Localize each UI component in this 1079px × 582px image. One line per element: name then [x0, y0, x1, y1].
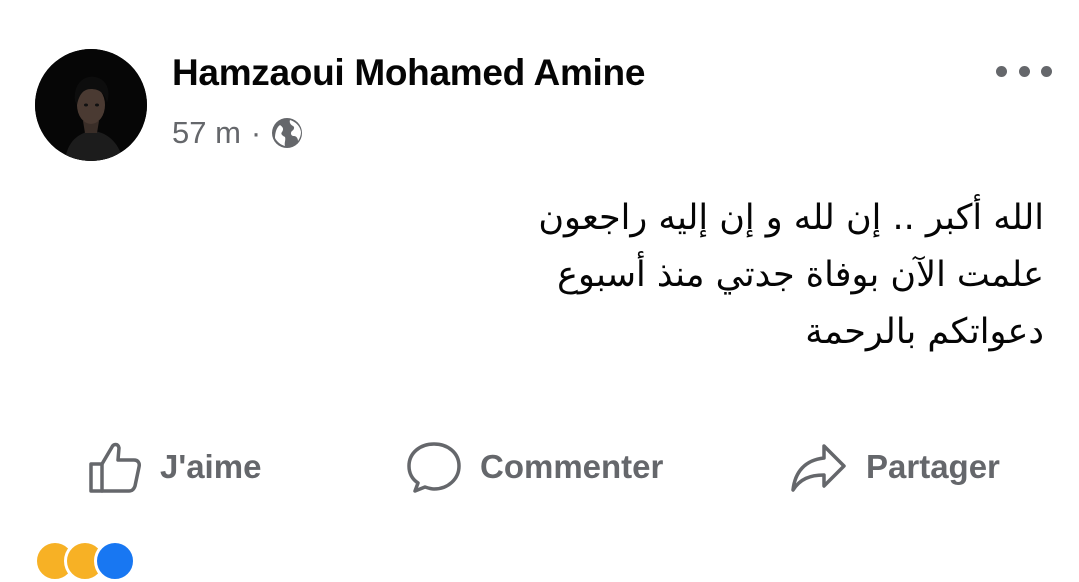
avatar-photo — [35, 49, 147, 161]
post-time[interactable]: 57 m — [172, 115, 241, 151]
share-label: Partager — [866, 448, 1000, 485]
share-arrow-icon — [791, 444, 846, 492]
share-button[interactable]: Partager — [790, 437, 1000, 497]
globe-icon[interactable] — [271, 117, 303, 149]
comment-label: Commenter — [480, 448, 664, 485]
post-text: الله أكبر .. إن لله و إن إليه راجعون علم… — [244, 190, 1044, 361]
more-horizontal-icon — [1041, 65, 1052, 77]
like-button[interactable]: J'aime — [88, 437, 261, 497]
avatar[interactable] — [35, 49, 147, 161]
post-meta: 57 m · — [172, 113, 303, 153]
thumbs-up-icon — [89, 442, 141, 493]
like-reaction-icon — [94, 540, 136, 582]
author-name[interactable]: Hamzaoui Mohamed Amine — [172, 52, 645, 94]
more-horizontal-icon — [996, 65, 1007, 77]
post-text-line: دعواتكم بالرحمة — [805, 312, 1044, 352]
like-label: J'aime — [160, 448, 262, 485]
more-horizontal-icon — [1018, 65, 1030, 77]
comment-bubble-icon — [407, 442, 461, 493]
post-text-line: الله أكبر .. إن لله و إن إليه راجعون — [538, 198, 1044, 238]
comment-button[interactable]: Commenter — [406, 437, 663, 497]
more-options-button[interactable] — [996, 58, 1052, 84]
post-text-line: علمت الآن بوفاة جدتي منذ أسبوع — [557, 255, 1044, 295]
meta-separator: · — [250, 115, 262, 150]
